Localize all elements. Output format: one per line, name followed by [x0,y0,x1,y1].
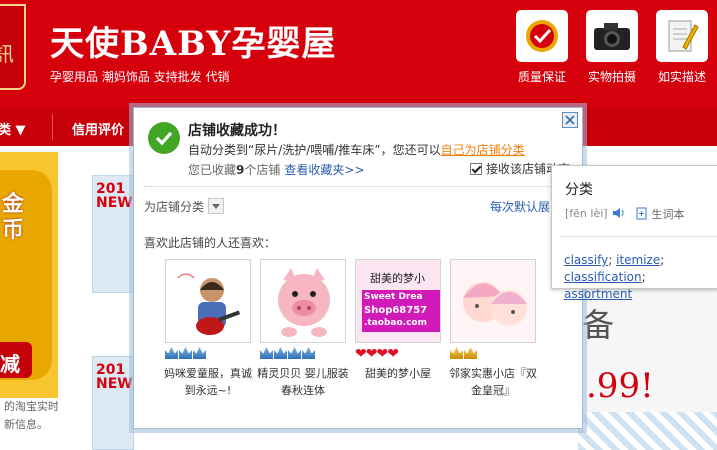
shop-name-link[interactable]: 邻家实惠小店『双金皇冠』 [444,365,542,399]
thumb-banner-line: Sweet Drea [364,292,423,302]
quality-guarantee-label: 质量保证 [517,70,566,84]
left-promo-button[interactable]: 减 [0,342,32,378]
recommended-shop-card[interactable]: 甜美的梦小 Sweet Drea Shop68757 .taobao.com ❤… [355,259,441,382]
add-vocab-button[interactable]: 生词本 [636,206,685,222]
view-favorites-link[interactable]: 查看收藏夹>> [284,163,364,177]
definition-link[interactable]: classify [564,253,608,267]
left-promo-button-text: 减 [0,352,20,376]
notepad-pencil-icon[interactable] [656,10,708,62]
close-icon[interactable] [562,112,578,128]
popup-divider [144,186,574,187]
shop-tagline: 孕婴用品 潮妈饰品 支持批发 代销 [50,70,230,84]
camera-icon[interactable] [586,10,638,62]
custom-category-link[interactable]: 自己为店铺分类 [441,143,525,157]
dictionary-tooltip: 分类 [fēn lèi] 生词本 classify; itemize; clas… [551,165,717,301]
shop-logo-char: 訊 [0,42,14,66]
chevron-down-icon [212,203,220,209]
shop-header: 訊 天使BABY孕婴屋 孕婴用品 潮妈饰品 支持批发 代销 质量保证 实物拍摄 … [0,0,717,108]
shop-name-link[interactable]: 妈咪爱童服，真诚到永远~! [159,365,257,399]
popup-category-text: 自动分类到“尿片/洗护/喂哺/推车床”，您还可以 [188,143,441,157]
favorites-count-suffix: 个店铺 [244,163,281,177]
shop-rating [165,347,251,361]
shop-name[interactable]: 天使BABY孕婴屋 [50,16,337,65]
shop-rating [450,347,536,361]
accurate-desc-label: 如实描述 [657,70,706,84]
promo-year-text: 201 NEW [96,362,133,392]
definition-link[interactable]: classification [564,270,642,284]
dict-word: 分类 [565,182,593,198]
thumb-banner-line: .taobao.com [364,318,427,328]
favorites-count-prefix: 您已收藏 [188,163,237,177]
shop-name-link[interactable]: 甜美的梦小屋 [349,365,447,382]
success-check-icon [148,122,180,154]
also-liked-title: 喜欢此店铺的人还喜欢： [144,236,277,250]
left-promo-text: 金币 [2,192,25,243]
shop-thumbnail[interactable]: 甜美的梦小 Sweet Drea Shop68757 .taobao.com [355,259,441,343]
favorite-success-popup: 店铺收藏成功！ 自动分类到“尿片/洗护/喂哺/推车床”，您还可以自己为店铺分类 … [133,107,583,429]
dict-divider [560,236,717,237]
shop-rating [260,347,346,361]
thumb-banner-line: 甜美的梦小 [370,272,425,285]
popup-category-info: 自动分类到“尿片/洗护/喂哺/推车床”，您还可以自己为店铺分类 [188,141,525,158]
quality-shield-icon[interactable] [516,10,568,62]
nav-category-menu[interactable]: 类 ▼ [0,119,26,138]
category-dropdown-button[interactable] [208,198,224,214]
definition-link[interactable]: itemize [616,253,660,267]
left-notice-line: 的淘宝实时 [4,400,58,413]
popup-title: 店铺收藏成功！ [188,123,286,139]
recommended-shop-card[interactable]: 妈咪爱童服，真诚到永远~! [164,259,252,399]
recommended-shop-card[interactable]: 邻家实惠小店『双金皇冠』 [449,259,537,399]
default-expand-link[interactable]: 每次默认展 [490,198,550,215]
right-promo-price: .99! [586,366,654,406]
nav-credit-rating[interactable]: 信用评价 [72,119,124,138]
thumb-banner-line: Shop68757 [364,305,428,316]
definition-link[interactable]: assortment [564,287,632,301]
shop-thumbnail[interactable] [450,259,536,343]
speaker-icon[interactable] [612,207,626,222]
add-vocab-label: 生词本 [651,208,685,221]
shop-rating: ❤❤❤❤ [355,346,399,362]
product-promo-image[interactable]: 201 NEW [92,356,134,450]
category-select-label: 为店铺分类 [144,200,205,214]
add-note-icon [636,207,647,220]
shop-thumbnail[interactable] [165,259,251,343]
left-notice-line: 新信息。 [4,418,48,431]
recommended-shop-card[interactable]: 精灵贝贝 婴儿服装 春秋连体 [257,259,349,399]
shop-logo-badge: 訊 [0,4,26,90]
product-promo-image[interactable]: 201 NEW [92,175,134,293]
popup-favorites-info: 您已收藏9个店铺 查看收藏夹>> [188,161,365,178]
right-promo-char: 备 [582,306,615,344]
dict-pinyin: [fēn lèi] [565,207,608,220]
promo-year-text: 201 NEW [96,181,133,211]
nav-divider [52,114,53,140]
receive-updates-checkbox[interactable] [470,163,482,175]
shop-name-link[interactable]: 精灵贝贝 婴儿服装 春秋连体 [254,365,352,399]
left-notice-text: 的淘宝实时 新信息。 [0,398,58,450]
right-promo-pattern [578,412,717,450]
dict-definitions: classify; itemize; classification; assor… [564,253,665,301]
shop-thumbnail[interactable] [260,259,346,343]
real-photo-label: 实物拍摄 [587,70,636,84]
